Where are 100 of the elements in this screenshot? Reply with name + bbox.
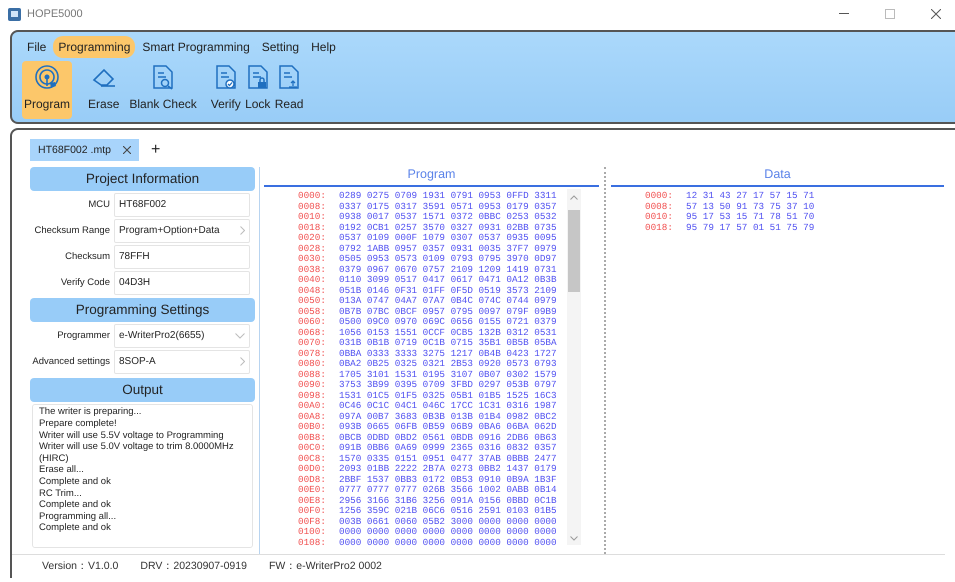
hex-values: 1056 0153 1551 0CCF 0CB5 132B 0312 0531 xyxy=(339,328,557,338)
scroll-up-icon[interactable] xyxy=(570,195,578,200)
hex-values: 1570 0335 0151 0951 0477 37AB 0BBB 2477 xyxy=(339,454,557,464)
hex-values: 051B 0146 0F31 01FF 0F5D 0519 3573 2109 xyxy=(339,286,557,296)
hex-values: 0337 0175 0317 3591 0571 0953 0179 0357 xyxy=(339,202,557,212)
app-logo-icon xyxy=(8,8,21,20)
hex-values: 0777 0777 0777 026B 3566 1002 0ABB 0B14 xyxy=(339,485,557,496)
address-label: 0028: xyxy=(298,244,327,254)
toolbar-button[interactable]: Lock xyxy=(242,61,273,119)
field-label: Programmer xyxy=(56,328,111,343)
address-label: 00D8: xyxy=(298,474,327,486)
address-label: 00E8: xyxy=(298,496,327,506)
panel-title: Data xyxy=(611,167,944,188)
hex-values: 0505 0953 0573 0109 0793 0795 3970 0D97 xyxy=(339,254,557,265)
log-line: Writer will use 5.5V voltage to Programming xyxy=(39,430,225,442)
toolbar-button[interactable]: Verify xyxy=(208,61,243,119)
log-line: RC Trim... xyxy=(39,488,83,500)
address-label: 0048: xyxy=(298,286,327,296)
address-label: 0060: xyxy=(298,317,327,328)
toolbar-button[interactable]: Blank Check xyxy=(127,61,199,119)
address-label: 0040: xyxy=(298,275,327,286)
hex-values: 0110 3099 0517 0417 0617 0471 0A12 0B3B xyxy=(339,275,557,286)
window-title: HOPE5000 xyxy=(27,6,83,22)
hex-values: 0000 0000 0000 0000 0000 0000 0000 0000 xyxy=(339,527,557,538)
menu-item[interactable]: Setting xyxy=(256,36,304,58)
hex-values: 95 17 53 15 71 78 51 70 xyxy=(686,212,814,223)
hex-values: 1256 359C 021B 06C6 0516 2591 0103 01B5 xyxy=(339,506,557,517)
address-label: 0018: xyxy=(645,222,674,234)
address-label: 00B0: xyxy=(298,422,327,433)
hex-values: 013A 0747 04A7 07A7 0B4C 074C 0744 0979 xyxy=(339,296,557,307)
status-text: FW：e-WriterPro2 0002 xyxy=(268,558,382,574)
status-text: Version：V1.0.0 xyxy=(42,558,118,574)
hex-values: 0938 0017 0537 1571 0372 0BBC 0253 0532 xyxy=(339,212,557,223)
field[interactable]: Program+Option+Data xyxy=(114,218,250,243)
address-label: 0070: xyxy=(298,338,327,349)
address-label: 00B8: xyxy=(298,432,327,444)
address-label: 0038: xyxy=(298,264,327,276)
menu-item[interactable]: File xyxy=(22,36,52,58)
hex-values: 57 13 50 91 73 75 37 10 xyxy=(686,202,814,212)
scrollbar[interactable] xyxy=(567,189,581,546)
address-label: 0000: xyxy=(645,191,674,202)
toolbar-button[interactable]: Erase xyxy=(86,61,122,119)
address-label: 0050: xyxy=(298,296,327,307)
address-label: 0100: xyxy=(298,527,327,538)
address-label: 0078: xyxy=(298,348,327,360)
scroll-thumb[interactable] xyxy=(568,210,580,292)
address-label: 0008: xyxy=(645,202,674,212)
hex-values: 1705 3101 1531 0195 3107 0B07 0302 1579 xyxy=(339,370,557,380)
address-label: 0088: xyxy=(298,370,327,380)
hex-values: 0289 0275 0709 1931 0791 0953 0FFD 3311 xyxy=(339,191,557,202)
field[interactable]: 04D3H xyxy=(114,270,250,295)
hex-values: 2956 3166 31B6 3256 091A 0156 0BBD 0C1B xyxy=(339,496,557,506)
chevron-right-icon xyxy=(240,226,245,236)
field[interactable]: 8SOP-A xyxy=(114,350,250,374)
close-icon[interactable] xyxy=(931,9,941,19)
address-label: 00C8: xyxy=(298,454,327,464)
field-label: Checksum xyxy=(64,250,111,264)
log-line: Erase all... xyxy=(39,464,85,476)
address-label: 00A0: xyxy=(298,401,327,412)
log-line: Complete and ok xyxy=(39,499,112,511)
add-tab-button[interactable]: + xyxy=(148,139,162,162)
address-label: 00D0: xyxy=(298,464,327,475)
chevron-right-icon xyxy=(240,357,245,366)
minimize-icon[interactable] xyxy=(839,13,849,15)
hex-values: 097A 00B7 3683 0B3B 013B 01B4 0982 0BC2 xyxy=(339,412,557,422)
hex-values: 0000 0000 0000 0000 0000 0000 0000 0000 xyxy=(339,538,557,548)
maximize-icon[interactable] xyxy=(885,9,895,19)
hex-values: 0B7B 07BC 0BCF 0957 0795 0097 079F 09B9 xyxy=(339,306,557,318)
field[interactable]: e-WriterPro2(6655) xyxy=(114,324,250,348)
hex-values: 1531 01C5 01F5 0325 05B1 01B5 1525 16C3 xyxy=(339,390,557,402)
hex-values: 2093 01BB 2222 2B7A 0273 0BB2 1437 0179 xyxy=(339,464,557,475)
toolbar-button[interactable]: Program xyxy=(22,61,72,119)
hex-values: 0192 0CB1 0257 3570 0327 0931 02BB 0735 xyxy=(339,222,557,234)
address-label: 0108: xyxy=(298,538,327,548)
address-label: 00F8: xyxy=(298,516,327,528)
field[interactable]: HT68F002 xyxy=(114,192,250,217)
hex-values: 091B 0BB6 0A69 0999 2365 0316 0832 0357 xyxy=(339,443,557,454)
address-label: 0010: xyxy=(645,212,674,223)
address-label: 0080: xyxy=(298,359,327,370)
hex-values: 0792 1ABB 0957 0357 0931 0035 37F7 0979 xyxy=(339,244,557,254)
file-tab[interactable]: HT68F002 .mtp xyxy=(30,139,139,162)
address-label: 0010: xyxy=(298,212,327,223)
scroll-down-icon[interactable] xyxy=(570,536,578,542)
menu-item[interactable]: Help xyxy=(306,36,341,58)
log-line: The writer is preparing... xyxy=(39,406,142,418)
hex-values: 0379 0967 0670 0757 2109 1209 1419 0731 xyxy=(339,264,557,276)
hex-values: 0537 0109 000F 1079 0307 0537 0935 0095 xyxy=(339,233,557,244)
field[interactable]: 78FFH xyxy=(114,244,250,269)
address-label: 0018: xyxy=(298,222,327,234)
toolbar-button[interactable]: Read xyxy=(272,61,306,119)
section-header: Programming Settings xyxy=(30,298,255,322)
close-icon[interactable] xyxy=(122,146,131,154)
log-line: Prepare complete! xyxy=(39,418,118,430)
field-label: MCU xyxy=(87,198,111,212)
address-label: 0008: xyxy=(298,202,327,212)
menu-item[interactable]: Smart Programming xyxy=(137,36,255,58)
address-label: 00C0: xyxy=(298,443,327,454)
field-label: Verify Code xyxy=(60,276,111,290)
address-label: 0000: xyxy=(298,191,327,202)
menu-item[interactable]: Programming xyxy=(53,36,136,58)
